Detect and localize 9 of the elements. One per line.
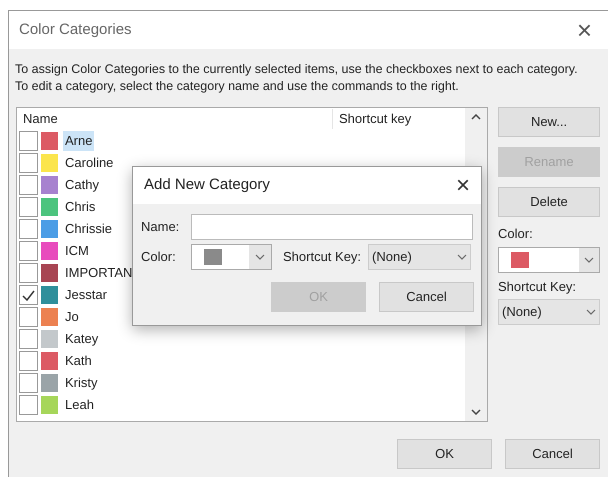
window-title: Color Categories [19, 20, 132, 40]
shortcut-key-label: Shortcut Key: [283, 248, 362, 266]
instructions-text: To edit a category, select the category name and use the commands to the right. [15, 78, 460, 95]
instructions-text: To assign Color Categories to the currently selected items, use the checkboxes next to each category. [15, 61, 579, 78]
dialog-title: Add New Category [144, 175, 270, 196]
shortcut-key-label: Shortcut Key: [498, 278, 578, 296]
color-label: Color: [498, 225, 534, 243]
color-label: Color: [141, 248, 177, 266]
name-label: Name: [141, 218, 180, 236]
